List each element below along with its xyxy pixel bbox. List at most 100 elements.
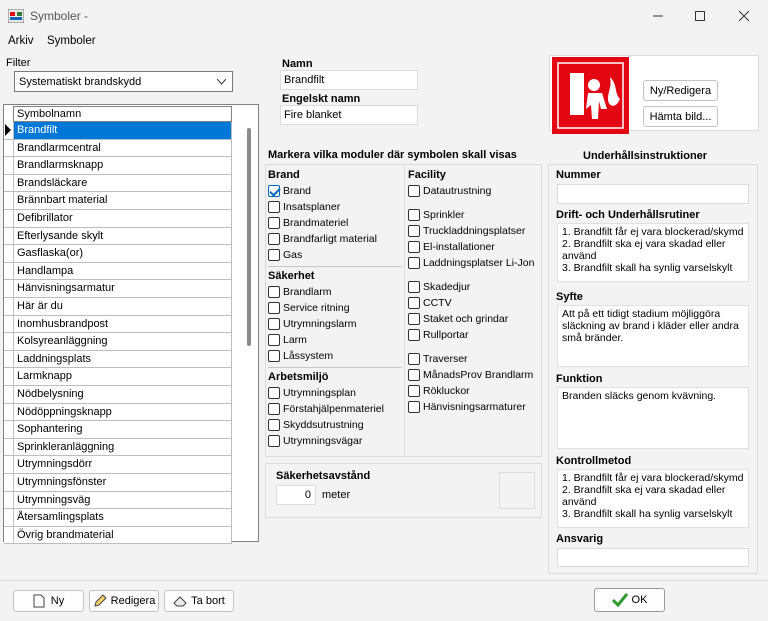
ok-button[interactable]: OK [594, 588, 665, 612]
menu-symboler[interactable]: Symboler [47, 35, 96, 47]
module-checkbox[interactable]: Laddningsplatser Li-Jon [408, 255, 540, 271]
routines-textarea[interactable]: 1. Brandfilt får ej vara blockerad/skymd… [557, 223, 749, 282]
list-item[interactable]: Gasflaska(or) [13, 245, 232, 263]
list-item[interactable]: Nödbelysning [13, 386, 232, 404]
module-checkbox[interactable]: Förstahjälpenmateriel [268, 401, 402, 417]
module-checkbox[interactable]: Hänvisningsarmaturer [408, 399, 540, 415]
module-checkbox[interactable]: Utrymningslarm [268, 316, 402, 332]
checkbox-icon[interactable] [408, 385, 420, 397]
checkbox-icon[interactable] [268, 350, 280, 362]
module-checkbox[interactable]: Service ritning [268, 300, 402, 316]
function-textarea[interactable]: Branden släcks genom kvävning. [557, 387, 749, 449]
checkbox-icon[interactable] [408, 313, 420, 325]
checkbox-checked-icon[interactable] [268, 185, 280, 197]
control-textarea[interactable]: 1. Brandfilt får ej vara blockerad/skymd… [557, 469, 749, 528]
responsible-field[interactable] [557, 548, 749, 567]
color-swatch[interactable] [499, 472, 535, 509]
checkbox-icon[interactable] [268, 435, 280, 447]
new-edit-image-button[interactable]: Ny/Redigera [643, 80, 718, 101]
module-checkbox[interactable]: Rökluckor [408, 383, 540, 399]
filter-select[interactable]: Systematiskt brandskydd [14, 71, 233, 92]
list-item[interactable]: Sprinkleranläggning [13, 438, 232, 457]
list-item[interactable]: Hänvisningsarmatur [13, 280, 232, 298]
module-checkbox[interactable]: MånadsProv Brandlarm [408, 367, 540, 383]
checkbox-icon[interactable] [408, 401, 420, 413]
module-checkbox[interactable]: Insatsplaner [268, 199, 402, 215]
number-field[interactable] [557, 184, 749, 204]
list-item[interactable]: Brännbart material [13, 192, 232, 210]
list-item[interactable]: Brandlarmsknapp [13, 157, 232, 175]
column-header-symbolnamn[interactable]: Symbolnamn [13, 106, 232, 122]
module-checkbox[interactable]: Skadedjur [408, 279, 540, 295]
list-item[interactable]: Utrymningsfönster [13, 474, 232, 492]
checkbox-icon[interactable] [268, 387, 280, 399]
checkbox-icon[interactable] [268, 334, 280, 346]
edit-button[interactable]: Redigera [89, 590, 159, 612]
checkbox-icon[interactable] [268, 286, 280, 298]
minimize-button[interactable] [638, 4, 678, 28]
checkbox-icon[interactable] [268, 403, 280, 415]
module-checkbox[interactable]: Gas [268, 247, 402, 263]
checkbox-icon[interactable] [408, 329, 420, 341]
list-scrollbar[interactable] [247, 128, 251, 346]
checkbox-icon[interactable] [408, 369, 420, 381]
module-checkbox[interactable]: Staket och grindar [408, 311, 540, 327]
module-checkbox[interactable]: Rullportar [408, 327, 540, 343]
module-checkbox[interactable]: Traverser [408, 351, 540, 367]
list-item[interactable]: Brandfilt [13, 122, 232, 140]
module-checkbox[interactable]: Sprinkler [408, 207, 540, 223]
checkbox-icon[interactable] [408, 209, 420, 221]
list-item[interactable]: Återsamlingsplats [13, 509, 232, 527]
checkbox-icon[interactable] [408, 297, 420, 309]
list-item[interactable]: Här är du [13, 298, 232, 316]
maximize-button[interactable] [680, 4, 720, 28]
module-checkbox[interactable]: Larm [268, 332, 402, 348]
checkbox-icon[interactable] [268, 419, 280, 431]
list-item[interactable]: Övrig brandmaterial [13, 526, 232, 545]
list-item[interactable]: Inomhusbrandpost [13, 315, 232, 334]
module-checkbox[interactable]: Brandlarm [268, 284, 402, 300]
safety-distance-input[interactable]: 0 [276, 485, 316, 505]
list-item[interactable]: Sophantering [13, 421, 232, 439]
delete-button[interactable]: Ta bort [164, 590, 234, 612]
english-name-field[interactable]: Fire blanket [280, 105, 418, 125]
list-item[interactable]: Brandlarmcentral [13, 139, 232, 158]
module-checkbox[interactable]: Truckladdningsplatser [408, 223, 540, 239]
list-item[interactable]: Utrymningsdörr [13, 456, 232, 474]
module-checkbox[interactable]: Utrymningsplan [268, 385, 402, 401]
checkbox-icon[interactable] [408, 257, 420, 269]
checkbox-icon[interactable] [408, 241, 420, 253]
list-item[interactable]: Laddningsplats [13, 350, 232, 369]
name-field[interactable]: Brandfilt [280, 70, 418, 90]
module-checkbox[interactable]: Brandmateriel [268, 215, 402, 231]
module-checkbox[interactable]: El-installationer [408, 239, 540, 255]
checkbox-icon[interactable] [408, 353, 420, 365]
close-button[interactable] [724, 4, 764, 28]
module-checkbox[interactable]: Brandfarligt material [268, 231, 402, 247]
module-checkbox[interactable]: Låssystem [268, 348, 402, 364]
module-checkbox[interactable]: Utrymningsvägar [268, 433, 402, 449]
list-item[interactable]: Kolsyreanläggning [13, 333, 232, 351]
list-item[interactable]: Utrymningsväg [13, 491, 232, 510]
list-item[interactable]: Larmknapp [13, 368, 232, 386]
checkbox-icon[interactable] [408, 185, 420, 197]
list-item[interactable]: Efterlysande skylt [13, 227, 232, 246]
module-checkbox[interactable]: Brand [268, 183, 402, 199]
checkbox-icon[interactable] [408, 225, 420, 237]
module-checkbox[interactable]: Datautrustning [408, 183, 540, 199]
list-item[interactable]: Nödöppningsknapp [13, 403, 232, 422]
fetch-image-button[interactable]: Hämta bild... [643, 106, 718, 127]
checkbox-icon[interactable] [268, 302, 280, 314]
checkbox-icon[interactable] [268, 233, 280, 245]
list-item[interactable]: Handlampa [13, 262, 232, 281]
checkbox-icon[interactable] [268, 217, 280, 229]
menu-arkiv[interactable]: Arkiv [8, 35, 34, 47]
list-item[interactable]: Defibrillator [13, 210, 232, 228]
list-item[interactable]: Brandsläckare [13, 174, 232, 193]
checkbox-icon[interactable] [408, 281, 420, 293]
purpose-textarea[interactable]: Att på ett tidigt stadium möjliggöra slä… [557, 305, 749, 367]
module-checkbox[interactable]: CCTV [408, 295, 540, 311]
module-checkbox[interactable]: Skyddsutrustning [268, 417, 402, 433]
checkbox-icon[interactable] [268, 249, 280, 261]
new-button[interactable]: Ny [13, 590, 84, 612]
